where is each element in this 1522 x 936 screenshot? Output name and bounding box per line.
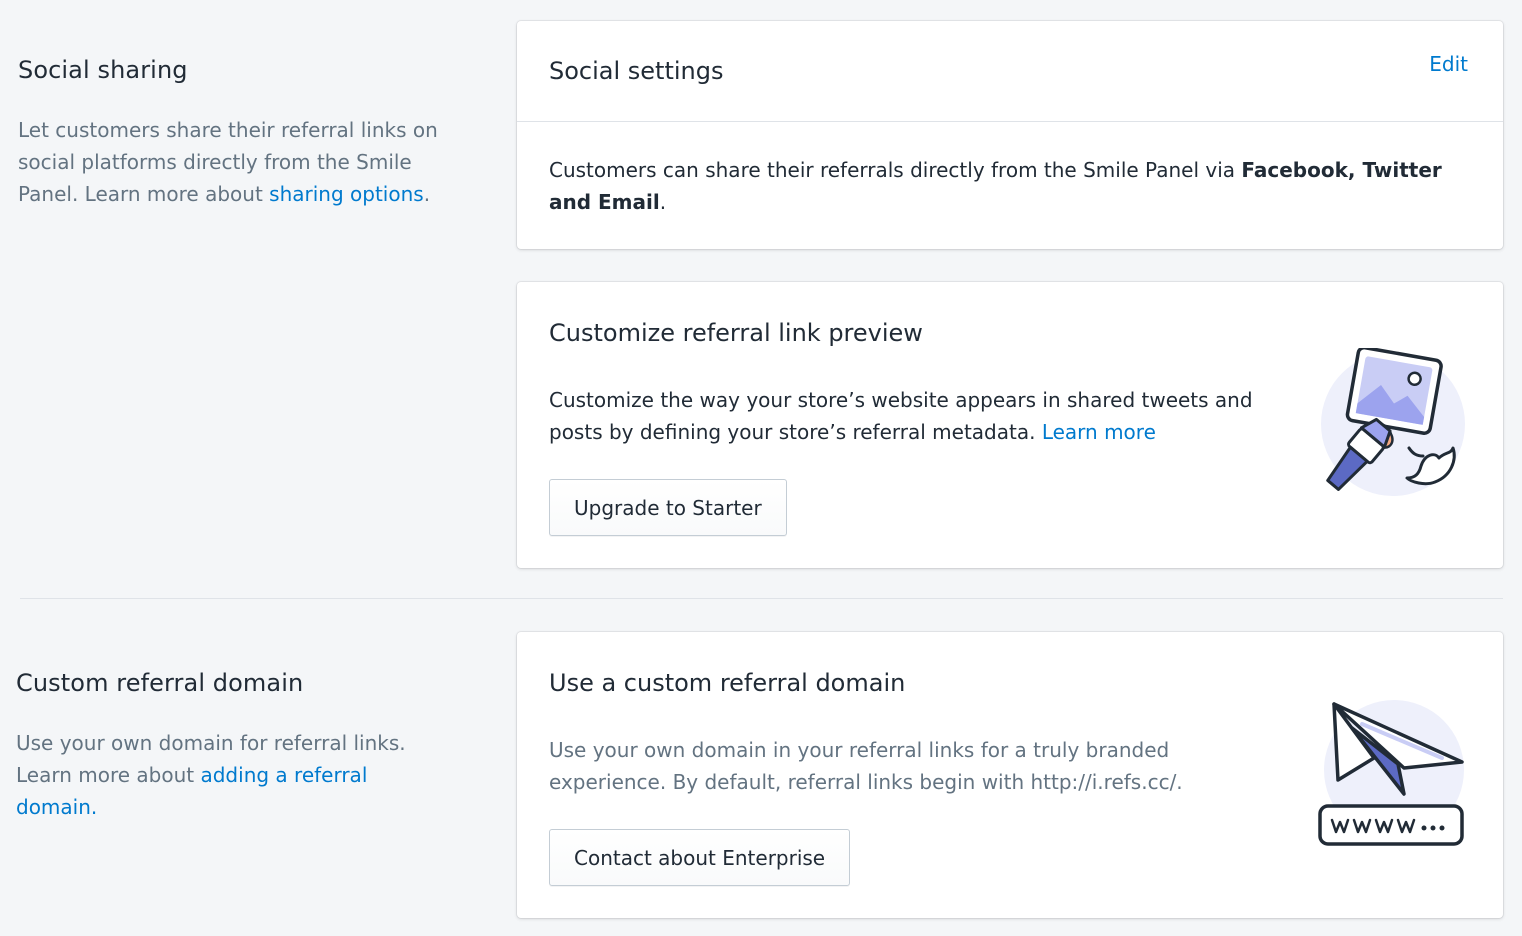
section-title-custom-domain: Custom referral domain — [16, 669, 304, 697]
learn-more-link[interactable]: Learn more — [1042, 420, 1156, 444]
section-title-social-sharing: Social sharing — [18, 56, 188, 84]
card-divider — [517, 121, 1503, 122]
edit-social-settings-link[interactable]: Edit — [1429, 52, 1468, 76]
social-settings-card: Social settings Edit Customers can share… — [517, 21, 1503, 249]
link-preview-card: Customize referral link preview Customiz… — [517, 282, 1503, 568]
section-desc-suffix: . — [423, 182, 431, 206]
custom-domain-card: Use a custom referral domain Use your ow… — [517, 632, 1503, 918]
sharing-options-link[interactable]: sharing options — [269, 182, 424, 206]
upgrade-to-starter-button[interactable]: Upgrade to Starter — [549, 479, 787, 536]
section-divider — [20, 598, 1503, 599]
card-title-social-settings: Social settings — [549, 57, 724, 85]
social-settings-text-prefix: Customers can share their referrals dire… — [549, 158, 1242, 182]
social-settings-text: Customers can share their referrals dire… — [549, 154, 1479, 218]
link-preview-text: Customize the way your store’s website a… — [549, 384, 1289, 448]
section-desc-custom-domain: Use your own domain for referral links. … — [16, 727, 436, 823]
paintbrush-image-illustration-icon — [1321, 348, 1465, 496]
custom-domain-text: Use your own domain in your referral lin… — [549, 738, 1183, 794]
contact-enterprise-button[interactable]: Contact about Enterprise — [549, 829, 851, 886]
section-desc-social-sharing: Let customers share their referral links… — [18, 114, 438, 210]
paper-plane-url-illustration-icon — [1318, 700, 1464, 846]
card-title-link-preview: Customize referral link preview — [549, 319, 923, 347]
card-title-custom-domain: Use a custom referral domain — [549, 669, 906, 697]
social-settings-text-suffix: . — [659, 190, 667, 214]
